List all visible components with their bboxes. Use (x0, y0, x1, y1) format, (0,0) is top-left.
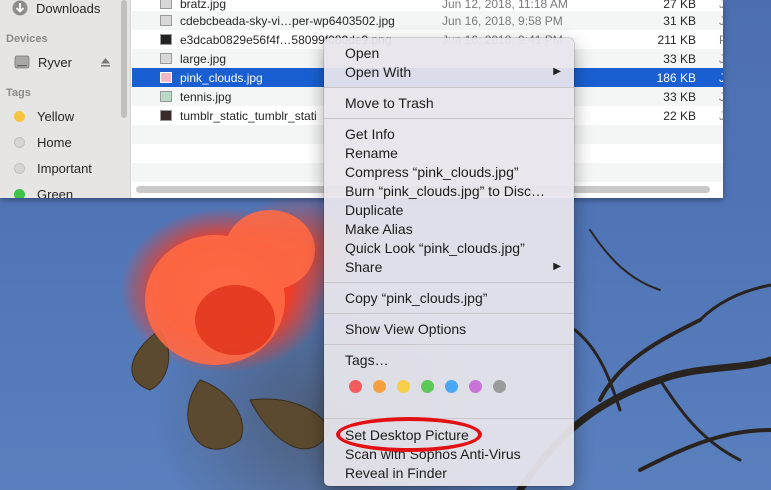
tag-color-red[interactable] (349, 380, 362, 393)
file-row[interactable]: cdebcbeada-sky-vi…per-wp6403502.jpg Jun … (132, 11, 723, 30)
file-size: 33 KB (663, 89, 696, 104)
image-file-icon (160, 15, 172, 26)
sidebar-scrollbar[interactable] (121, 0, 127, 118)
menu-separator (324, 313, 574, 314)
hard-drive-icon (14, 54, 30, 70)
image-file-icon (160, 110, 172, 121)
sidebar-item-label: Yellow (37, 108, 75, 124)
sidebar-item-label: Green (37, 186, 74, 199)
file-size: 22 KB (663, 108, 696, 123)
menu-item-get-info[interactable]: Get Info (324, 124, 574, 143)
file-name: pink_clouds.jpg (180, 70, 263, 85)
tag-color-blue[interactable] (445, 380, 458, 393)
sidebar-item-tag-home[interactable]: Home (14, 132, 72, 152)
file-kind: JPEG im (719, 70, 723, 85)
sidebar-item-downloads[interactable]: Downloads (12, 0, 100, 18)
menu-separator (324, 118, 574, 119)
file-name: tumblr_static_tumblr_stati (180, 108, 317, 123)
tag-dot-icon (14, 110, 25, 122)
menu-separator (324, 344, 574, 345)
menu-item-label: Share (345, 258, 383, 275)
file-date: Jun 12, 2018, 11:18 AM (442, 0, 568, 11)
menu-item-quick-look[interactable]: Quick Look “pink_clouds.jpg” (324, 238, 574, 257)
image-file-icon (160, 34, 172, 45)
tag-dot-icon (14, 162, 25, 174)
tag-color-orange[interactable] (373, 380, 386, 393)
sidebar-item-label: Important (37, 160, 92, 176)
image-file-icon (160, 72, 172, 83)
file-kind: PNG ima (719, 33, 723, 47)
sidebar-item-label: Ryver (38, 54, 72, 70)
menu-item-open-with[interactable]: Open With ▶ (324, 62, 574, 81)
image-file-icon (160, 53, 172, 64)
submenu-arrow-icon: ▶ (553, 261, 561, 272)
menu-item-label: Open With (345, 63, 412, 80)
sidebar-devices-header: Devices (6, 33, 48, 45)
sidebar-item-tag-important[interactable]: Important (14, 158, 92, 178)
file-kind: JPEG im (719, 0, 723, 11)
file-kind: JPEG im (719, 13, 723, 28)
file-name: tennis.jpg (180, 89, 232, 104)
sidebar-item-label: Downloads (36, 0, 101, 16)
menu-item-show-view-options[interactable]: Show View Options (324, 319, 574, 338)
menu-item-rename[interactable]: Rename (324, 143, 574, 162)
menu-item-open[interactable]: Open (324, 43, 574, 62)
file-size: 33 KB (663, 51, 696, 66)
menu-item-make-alias[interactable]: Make Alias (324, 219, 574, 238)
sidebar-tags-header: Tags (6, 87, 31, 99)
file-kind: JPEG im (719, 108, 723, 123)
file-kind: JPEG im (719, 51, 723, 66)
menu-item-share[interactable]: Share ▶ (324, 257, 574, 276)
menu-item-compress[interactable]: Compress “pink_clouds.jpg” (324, 162, 574, 181)
sidebar-item-ryver[interactable]: Ryver (14, 52, 72, 72)
menu-separator (324, 282, 574, 283)
image-file-icon (160, 0, 172, 9)
annotation-highlight-oval (336, 417, 482, 452)
file-size: 186 KB (656, 70, 696, 85)
finder-sidebar: Downloads Devices Ryver Tags Yellow Home… (0, 0, 131, 198)
tag-dot-icon (14, 136, 25, 148)
tag-color-green[interactable] (421, 380, 434, 393)
sidebar-item-tag-green[interactable]: Green (14, 184, 73, 198)
file-name: cdebcbeada-sky-vi…per-wp6403502.jpg (180, 13, 395, 28)
tag-color-gray[interactable] (493, 380, 506, 393)
image-file-icon (160, 91, 172, 102)
file-name: large.jpg (180, 51, 227, 66)
menu-item-burn[interactable]: Burn “pink_clouds.jpg” to Disc… (324, 181, 574, 200)
menu-item-tags[interactable]: Tags… (324, 350, 574, 369)
file-kind: JPEG im (719, 89, 723, 104)
file-size: 31 KB (663, 13, 696, 28)
tag-color-yellow[interactable] (397, 380, 410, 393)
sidebar-item-label: Home (37, 134, 72, 150)
eject-icon[interactable] (100, 55, 111, 73)
file-date: Jun 16, 2018, 9:58 PM (442, 13, 563, 28)
file-size: 27 KB (663, 0, 696, 11)
file-name: bratz.jpg (180, 0, 227, 11)
menu-item-copy[interactable]: Copy “pink_clouds.jpg” (324, 288, 574, 307)
tag-dot-icon (14, 188, 25, 198)
downloads-icon (12, 0, 28, 16)
context-menu: Open Open With ▶ Move to Trash Get Info … (324, 38, 574, 486)
sidebar-item-tag-yellow[interactable]: Yellow (14, 106, 74, 126)
tag-color-purple[interactable] (469, 380, 482, 393)
menu-separator (324, 418, 574, 419)
menu-item-reveal-in-finder[interactable]: Reveal in Finder (324, 463, 574, 482)
file-size: 211 KB (657, 32, 696, 47)
menu-separator (324, 87, 574, 88)
menu-item-move-to-trash[interactable]: Move to Trash (324, 93, 574, 112)
menu-item-duplicate[interactable]: Duplicate (324, 200, 574, 219)
submenu-arrow-icon: ▶ (553, 66, 561, 77)
